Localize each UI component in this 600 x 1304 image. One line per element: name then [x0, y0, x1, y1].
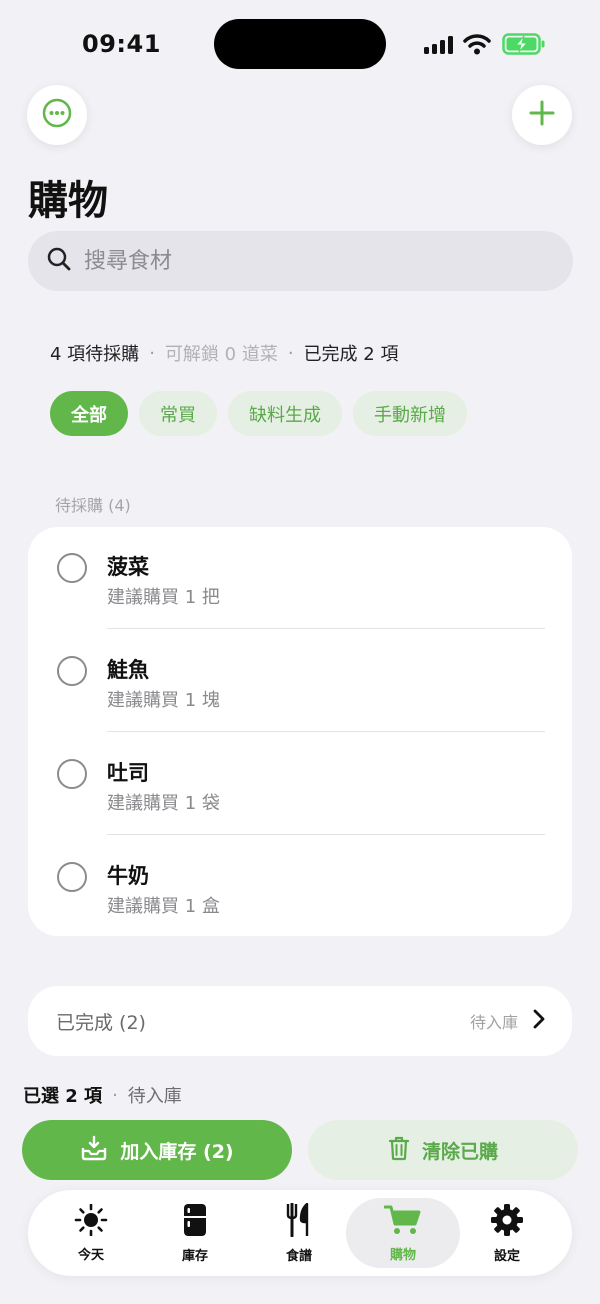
item-name: 牛奶	[107, 864, 149, 888]
completed-count: 已完成 2 項	[303, 344, 399, 365]
item-suggestion: 建議購買 1 盒	[107, 896, 220, 917]
chevron-right-icon	[532, 1009, 572, 1033]
checkbox[interactable]	[57, 862, 87, 892]
completed-status: 待入庫	[469, 1013, 518, 1032]
checkbox[interactable]	[57, 759, 87, 789]
shopping-summary: 4 項待採購 · 可解鎖 0 道菜 · 已完成 2 項	[50, 340, 398, 366]
list-item[interactable]: 鮭魚 建議購買 1 塊	[28, 630, 572, 733]
dynamic-island	[214, 19, 386, 69]
search-icon	[28, 246, 72, 276]
list-item[interactable]: 牛奶 建議購買 1 盒	[28, 836, 572, 939]
pending-section-label: 待採購 (4)	[55, 496, 131, 515]
selection-status: 待入庫	[127, 1086, 182, 1107]
tab-recipes[interactable]: 食譜	[242, 1198, 356, 1268]
tab-shopping[interactable]: 購物	[346, 1198, 460, 1268]
status-time: 09:41	[82, 30, 161, 58]
tab-label: 設定	[493, 1248, 520, 1264]
tab-settings[interactable]: 設定	[450, 1198, 564, 1268]
tab-bar: 今天 庫存 食譜 購物 設定	[28, 1190, 572, 1276]
wifi-icon	[463, 33, 491, 59]
tab-label: 庫存	[181, 1248, 208, 1264]
ellipsis-circle-icon	[41, 97, 73, 133]
item-name: 鮭魚	[107, 658, 149, 682]
separator-dot: ·	[287, 342, 294, 364]
divider	[107, 834, 545, 835]
add-item-button[interactable]	[512, 85, 572, 145]
completed-section-row[interactable]: 已完成 (2) 待入庫	[28, 986, 572, 1056]
filter-chip-manual[interactable]: 手動新增	[353, 391, 467, 436]
list-item[interactable]: 吐司 建議購買 1 袋	[28, 733, 572, 836]
checkbox[interactable]	[57, 553, 87, 583]
tab-today[interactable]: 今天	[34, 1198, 148, 1268]
tab-label: 食譜	[285, 1248, 312, 1264]
separator-dot: ·	[112, 1084, 118, 1106]
item-suggestion: 建議購買 1 把	[107, 587, 220, 608]
search-bar[interactable]	[28, 231, 573, 291]
fork-knife-icon	[285, 1202, 313, 1241]
filter-chip-all[interactable]: 全部	[50, 391, 128, 436]
item-suggestion: 建議購買 1 袋	[107, 793, 220, 814]
clear-purchased-button[interactable]: 清除已購	[308, 1120, 578, 1180]
filter-chip-missing[interactable]: 缺料生成	[228, 391, 342, 436]
tab-inventory[interactable]: 庫存	[138, 1198, 252, 1268]
tab-label: 購物	[389, 1247, 416, 1263]
unlockable-recipes: 可解鎖 0 道菜	[164, 344, 278, 365]
battery-charging-icon	[502, 33, 546, 59]
add-to-inventory-label: 加入庫存 (2)	[120, 1140, 234, 1163]
page-title: 購物	[28, 178, 108, 224]
plus-icon	[528, 99, 556, 131]
cart-icon	[383, 1204, 422, 1240]
tab-label: 今天	[77, 1247, 104, 1263]
divider	[107, 628, 545, 629]
search-input[interactable]	[82, 247, 526, 275]
completed-section-label: 已完成 (2)	[56, 1011, 146, 1034]
selection-summary: 已選 2 項 · 待入庫	[23, 1082, 182, 1108]
filter-chips: 全部 常買 缺料生成 手動新增	[50, 391, 467, 436]
selection-count: 已選 2 項	[23, 1086, 103, 1107]
more-options-button[interactable]	[27, 85, 87, 145]
filter-chip-frequent[interactable]: 常買	[139, 391, 217, 436]
sun-icon	[74, 1203, 108, 1240]
add-to-inventory-button[interactable]: 加入庫存 (2)	[22, 1120, 292, 1180]
pending-list: 菠菜 建議購買 1 把 鮭魚 建議購買 1 塊 吐司 建議購買 1 袋 牛奶 建…	[28, 527, 572, 936]
trash-icon	[388, 1135, 410, 1166]
inbox-download-icon	[80, 1135, 108, 1166]
gear-icon	[490, 1203, 524, 1241]
list-item[interactable]: 菠菜 建議購買 1 把	[28, 527, 572, 630]
separator-dot: ·	[149, 342, 155, 364]
cellular-signal-icon	[424, 36, 453, 54]
checkbox[interactable]	[57, 656, 87, 686]
item-name: 菠菜	[107, 555, 149, 579]
item-suggestion: 建議購買 1 塊	[107, 690, 220, 711]
divider	[107, 731, 545, 732]
clear-purchased-label: 清除已購	[421, 1140, 498, 1163]
fridge-icon	[182, 1203, 208, 1241]
item-name: 吐司	[107, 761, 149, 785]
pending-count: 4 項待採購	[50, 344, 140, 365]
